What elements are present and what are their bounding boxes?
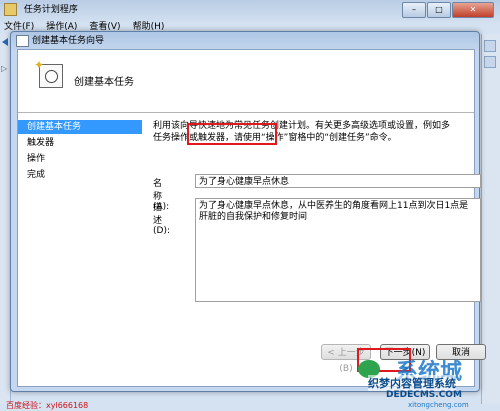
- site-logo-watermark: 系统城 织梦内容管理系统 DEDECMS.COM xitongcheng.com: [356, 354, 500, 411]
- close-button[interactable]: ✕: [452, 2, 494, 18]
- back-arrow-icon[interactable]: [2, 38, 8, 46]
- task-wizard-icon: ✦: [34, 58, 63, 88]
- task-scheduler-icon: [4, 3, 17, 16]
- wizard-icon: [16, 35, 29, 47]
- logo-line3: xitongcheng.com: [408, 401, 469, 409]
- maximize-button[interactable]: □: [427, 2, 451, 18]
- create-basic-task-dialog: 创建基本任务向导 ✦ 创建基本任务 创建基本任务 触发器 操作 完成 利用该向导…: [10, 31, 486, 392]
- name-input[interactable]: 为了身心健康早点休息: [195, 174, 481, 188]
- logo-line1: 织梦内容管理系统: [368, 375, 456, 391]
- clock-icon: [45, 70, 58, 83]
- step-trigger[interactable]: 触发器: [18, 136, 142, 150]
- expand-icon[interactable]: ▷: [1, 64, 7, 73]
- minimize-button[interactable]: –: [402, 2, 426, 18]
- dialog-title: 创建基本任务向导: [32, 36, 105, 46]
- description-label: 描述(D):: [153, 203, 170, 236]
- step-finish[interactable]: 完成: [18, 168, 142, 182]
- parent-title: 任务计划程序: [23, 5, 78, 15]
- highlight-box-name: [187, 123, 277, 145]
- description-textarea[interactable]: 为了身心健康早点休息，从中医养生的角度看网上11点到次日1点是肝脏的自我保护和修…: [195, 198, 481, 302]
- logo-line2: DEDECMS.COM: [386, 390, 462, 400]
- step-action[interactable]: 操作: [18, 152, 142, 166]
- dialog-client: ✦ 创建基本任务 创建基本任务 触发器 操作 完成 利用该向导快速地为常见任务创…: [17, 49, 486, 387]
- watermark-text: 百度经验：xyl666168: [6, 401, 89, 410]
- wizard-heading: 创建基本任务: [74, 77, 134, 88]
- wizard-steps: 创建基本任务 触发器 操作 完成: [18, 113, 148, 386]
- step-create-task[interactable]: 创建基本任务: [18, 120, 142, 134]
- window-controls: – □ ✕: [401, 2, 494, 18]
- pane-scroll-icon[interactable]: [484, 56, 496, 68]
- sparkle-icon: ✦: [34, 58, 45, 72]
- wizard-header: ✦ 创建基本任务: [18, 50, 474, 113]
- pane-scroll-icon[interactable]: [484, 40, 496, 52]
- parent-title-bar: 任务计划程序: [4, 3, 78, 17]
